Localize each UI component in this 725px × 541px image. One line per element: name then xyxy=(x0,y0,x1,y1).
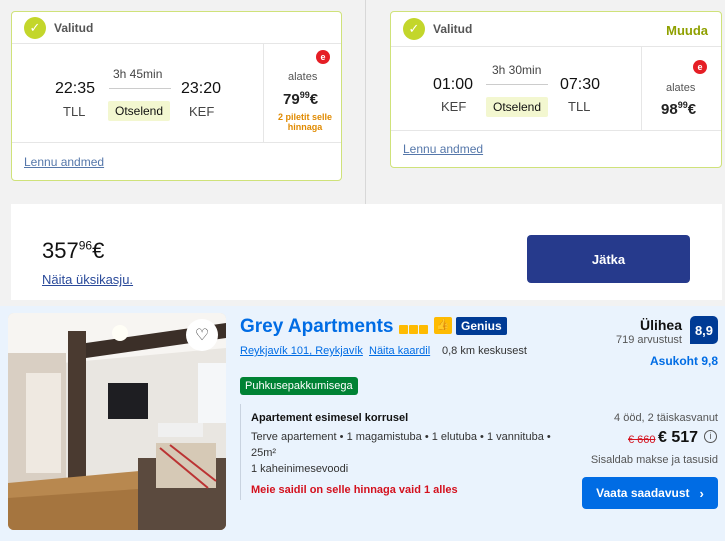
see-availability-label: Vaata saadavust xyxy=(596,486,690,500)
return-flight-card: ✓ Valitud Muuda 01:00 KEF 3h 30min Otsel… xyxy=(390,11,722,168)
genius-badge: Genius xyxy=(456,317,507,335)
return-price: 9899€ xyxy=(661,100,696,118)
outbound-price-cents: 99 xyxy=(299,90,310,100)
show-on-map-link[interactable]: Näita kaardil xyxy=(369,345,430,357)
star-icon xyxy=(409,325,418,334)
outbound-seats-note: 2 piletit selle hinnaga xyxy=(277,112,333,132)
return-price-cents: 99 xyxy=(677,100,688,110)
outbound-dep-time: 22:35 xyxy=(55,80,96,97)
star-icon xyxy=(399,325,408,334)
outbound-flight-card: ✓ Valitud 22:35 TLL 3h 45min Otselend 23… xyxy=(11,11,342,181)
outbound-stops-badge: Otselend xyxy=(108,101,171,121)
outbound-arr-time: 23:20 xyxy=(181,80,222,97)
return-details-link[interactable]: Lennu andmed xyxy=(403,142,483,156)
thumbs-up-icon: 👍 xyxy=(434,317,452,334)
new-price: € 517 xyxy=(658,429,699,446)
return-dep-code: KEF xyxy=(441,99,467,114)
return-price-from: alates xyxy=(666,82,696,94)
show-details-link[interactable]: Näita üksikasju. xyxy=(42,272,133,287)
return-stops-badge: Otselend xyxy=(486,97,549,117)
airline-logo-icon: e xyxy=(693,60,707,74)
outbound-duration: 3h 45min xyxy=(113,67,163,81)
total-panel: 35796€ Näita üksikasju. Jätka xyxy=(11,204,722,300)
return-arr-code: TLL xyxy=(568,99,591,114)
change-link[interactable]: Muuda xyxy=(666,23,708,38)
location-score: Asukoht 9,8 xyxy=(649,354,718,368)
return-arr-time: 07:30 xyxy=(560,76,601,93)
total-price-main: 357 xyxy=(42,238,79,263)
room-divider xyxy=(240,404,241,500)
return-dep-time: 01:00 xyxy=(433,76,474,93)
location-link[interactable]: Reykjavík 101, Reykjavík xyxy=(240,345,363,357)
outbound-details-link[interactable]: Lennu andmed xyxy=(24,155,104,169)
stay-info: 4 ööd, 2 täiskasvanut xyxy=(614,412,718,424)
return-status: Valitud xyxy=(433,22,473,36)
review-count: 719 arvustust xyxy=(615,334,682,346)
check-icon: ✓ xyxy=(24,16,46,39)
room-desc-line2: 25m² xyxy=(251,447,277,459)
return-duration: 3h 30min xyxy=(492,63,542,77)
old-price: € 660 xyxy=(628,434,656,446)
check-icon: ✓ xyxy=(403,18,425,40)
total-price: 35796€ xyxy=(42,238,104,264)
taxes-note: Sisaldab makse ja tasusid xyxy=(590,454,718,466)
scarcity-message: Meie saidil on selle hinnaga vaid 1 alle… xyxy=(251,484,458,496)
flight-line xyxy=(109,88,171,89)
distance-text: 0,8 km keskusest xyxy=(442,345,527,357)
room-desc-line1: Terve apartement • 1 magamistuba • 1 elu… xyxy=(251,431,551,443)
column-divider xyxy=(365,0,366,205)
outbound-status: Valitud xyxy=(54,20,94,35)
total-price-cents: 96 xyxy=(78,238,93,253)
outbound-price-main: 79 xyxy=(283,91,300,108)
hotel-photo[interactable]: ♡ xyxy=(8,313,226,530)
room-title: Apartement esimesel korrusel xyxy=(251,412,409,424)
return-price-main: 98 xyxy=(661,101,678,118)
bed-info: 1 kaheinimesevoodi xyxy=(251,463,349,475)
heart-icon[interactable]: ♡ xyxy=(186,319,218,351)
divider xyxy=(391,130,721,131)
star-icon xyxy=(419,325,428,334)
outbound-price-from: alates xyxy=(288,71,318,83)
divider xyxy=(263,44,264,142)
deal-badge: Puhkusepakkumisega xyxy=(240,377,358,395)
outbound-dep-code: TLL xyxy=(63,104,86,119)
hotel-name[interactable]: Grey Apartments xyxy=(240,316,393,338)
hotel-card: ♡ Grey Apartments 👍 Genius Reykjavík 101… xyxy=(0,306,725,541)
outbound-header: ✓ Valitud xyxy=(12,12,341,44)
flight-line xyxy=(486,84,548,85)
rating-label: Ülihea xyxy=(639,317,682,333)
airline-logo-icon: e xyxy=(316,50,330,64)
outbound-price-currency: € xyxy=(309,91,319,108)
star-rating xyxy=(399,321,429,339)
divider xyxy=(641,47,642,130)
return-price-currency: € xyxy=(687,101,697,118)
continue-button[interactable]: Jätka xyxy=(527,235,690,283)
outbound-arr-code: KEF xyxy=(189,104,215,119)
chevron-right-icon: › xyxy=(699,485,704,501)
divider xyxy=(12,142,341,143)
total-price-currency: € xyxy=(92,238,105,263)
see-availability-button[interactable]: Vaata saadavust › xyxy=(582,477,718,509)
review-score-badge[interactable]: 8,9 xyxy=(690,316,718,344)
outbound-price: 7999€ xyxy=(283,90,318,108)
info-icon[interactable]: i xyxy=(704,430,717,443)
